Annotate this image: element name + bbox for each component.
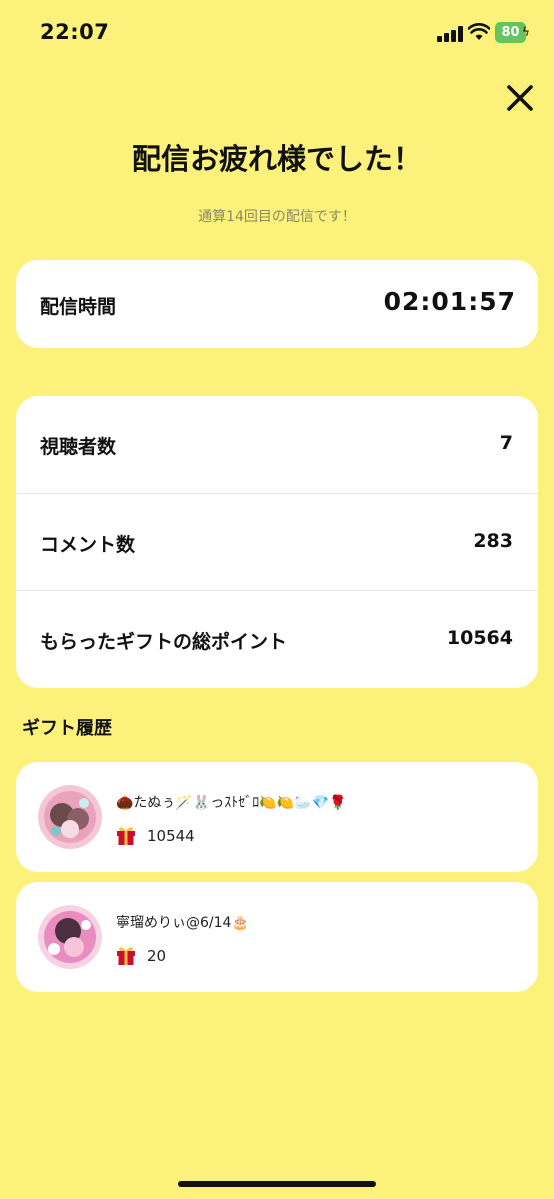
- status-time: 22:07: [40, 20, 110, 44]
- battery-icon: 80 ϟ: [495, 22, 531, 43]
- close-icon[interactable]: [505, 83, 535, 113]
- avatar[interactable]: [38, 905, 102, 969]
- page-title: 配信お疲れ様でした！: [131, 142, 422, 176]
- gift-amount: 10544: [147, 827, 195, 845]
- stat-row-comments: コメント数 283: [16, 493, 538, 590]
- wifi-icon: [468, 23, 490, 40]
- avatar[interactable]: [38, 785, 102, 849]
- stat-label: コメント数: [40, 534, 136, 556]
- charging-bolt-icon: ϟ: [522, 25, 530, 39]
- gift-icon: [117, 947, 135, 965]
- home-indicator[interactable]: [178, 1181, 376, 1187]
- duration-value: 02:01:57: [383, 287, 516, 316]
- stream-count-subtitle: 通算14回目の配信です！: [198, 209, 356, 225]
- gift-icon: [117, 827, 135, 845]
- stats-card: 視聴者数 7 コメント数 283 もらったギフトの総ポイント 10564: [16, 396, 538, 688]
- duration-card: 配信時間 02:01:57: [16, 260, 538, 348]
- status-bar: 22:07 80 ϟ: [0, 0, 554, 66]
- gift-history-item[interactable]: 🌰たぬぅ🪄🐰っｽﾄｾﾞﾛ🍋🍋🦢💎🌹 10544: [16, 762, 538, 872]
- stat-row-gift-points: もらったギフトの総ポイント 10564: [16, 590, 538, 687]
- stat-label: もらったギフトの総ポイント: [40, 631, 288, 653]
- gift-history-item[interactable]: 寧瑠めりぃ@6/14🎂 20: [16, 882, 538, 992]
- gift-sender-name: 寧瑠めりぃ@6/14🎂: [116, 915, 249, 931]
- cellular-signal-icon: [437, 26, 463, 42]
- stat-value: 10564: [446, 627, 513, 649]
- stat-value: 7: [499, 432, 513, 454]
- gift-sender-name: 🌰たぬぅ🪄🐰っｽﾄｾﾞﾛ🍋🍋🦢💎🌹: [116, 795, 347, 811]
- stat-label: 視聴者数: [40, 436, 117, 458]
- stream-summary-screen: 22:07 80 ϟ 配信お疲れ様でした！ 通算14回目の配信です！ 配信時間 …: [0, 0, 554, 1199]
- gift-history-title: ギフト履歴: [22, 718, 112, 739]
- stat-row-viewers: 視聴者数 7: [16, 396, 538, 493]
- gift-amount: 20: [147, 947, 167, 965]
- duration-label: 配信時間: [40, 296, 117, 318]
- stat-value: 283: [473, 530, 513, 552]
